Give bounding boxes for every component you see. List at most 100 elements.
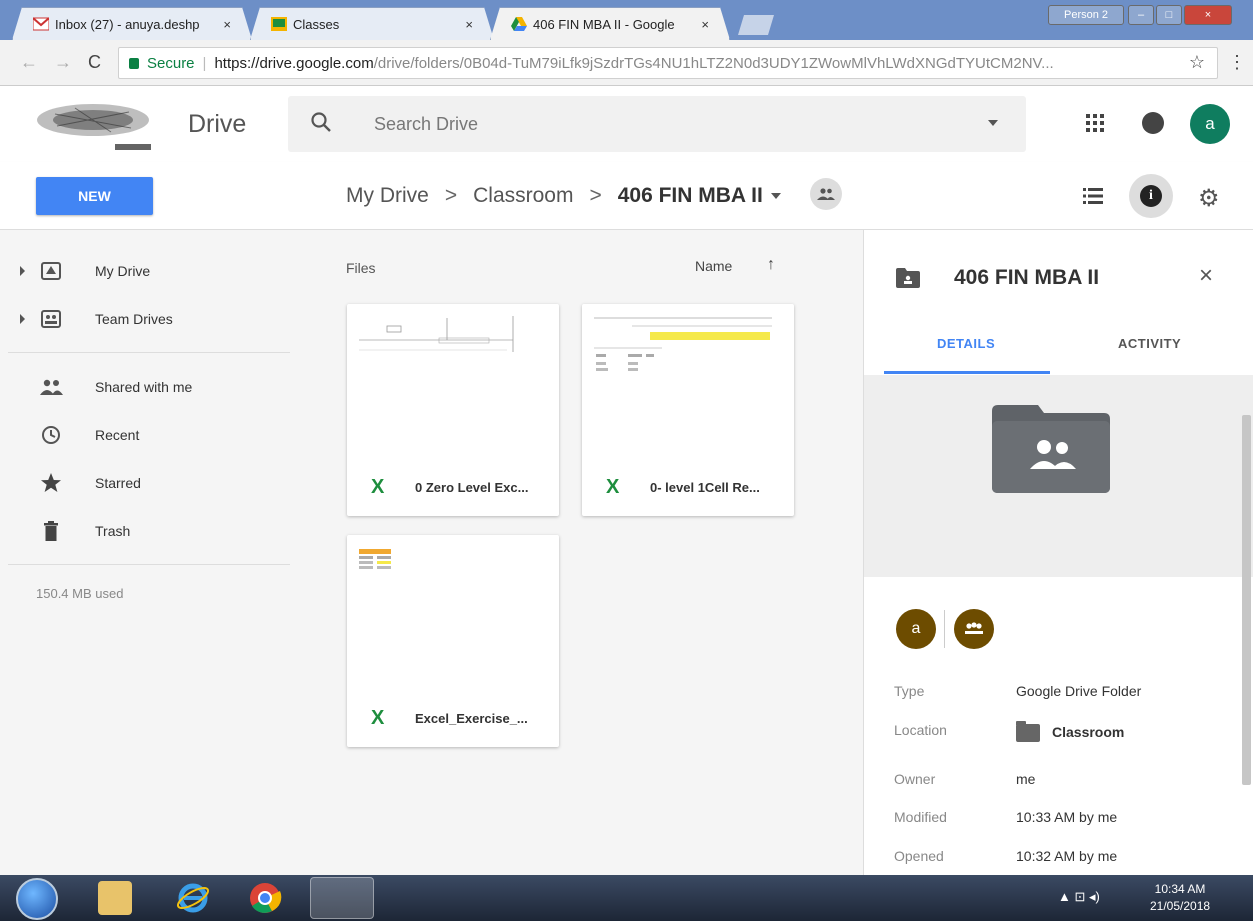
detail-value-location[interactable]: Classroom [1016, 721, 1124, 743]
new-tab-button[interactable] [738, 15, 774, 35]
excel-file-icon: X [606, 476, 620, 498]
file-thumbnail [582, 304, 794, 456]
close-icon[interactable]: × [1199, 262, 1213, 290]
new-button[interactable]: NEW [36, 177, 153, 215]
url-path: /drive/folders/0B04d-TuM79iLfk9jSzdrTGs4… [373, 54, 1054, 72]
tab-details[interactable]: DETAILS [937, 336, 995, 351]
folder-preview [864, 375, 1253, 577]
notifications-icon[interactable] [1142, 112, 1164, 134]
details-panel: 406 FIN MBA II × DETAILS ACTIVITY a Type… [863, 230, 1253, 875]
search-icon[interactable] [310, 111, 332, 138]
clock[interactable]: 10:34 AM 21/05/2018 [1150, 881, 1210, 915]
detail-value-type: Google Drive Folder [1016, 683, 1142, 699]
browser-tab-bar: Inbox (27) - anuya.deshp × Classes × 406… [0, 0, 1253, 40]
list-view-icon[interactable] [1083, 188, 1103, 209]
file-explorer-icon[interactable] [98, 881, 132, 915]
breadcrumb-classroom[interactable]: Classroom [473, 184, 573, 208]
tab-gmail-inbox[interactable]: Inbox (27) - anuya.deshp × [12, 7, 252, 40]
account-avatar[interactable]: a [1190, 104, 1230, 144]
tab-close-icon[interactable]: × [223, 17, 231, 32]
file-card-footer: X 0- level 1Cell Re... [582, 456, 794, 516]
start-button[interactable] [16, 878, 58, 920]
window-close-button[interactable]: × [1184, 5, 1232, 25]
chrome-active-window-icon[interactable] [310, 877, 374, 919]
sidebar-item-trash[interactable]: Trash [0, 511, 310, 551]
storage-usage[interactable]: 150.4 MB used [36, 586, 123, 601]
sidebar-item-label: Trash [95, 523, 131, 539]
shared-folder-large-icon [992, 405, 1110, 493]
expand-arrow-icon[interactable] [20, 314, 25, 324]
drive-toolbar: NEW My Drive > Classroom > 406 FIN MBA I… [0, 162, 1253, 230]
drive-logo-image[interactable] [35, 94, 153, 156]
sidebar-item-team-drives[interactable]: Team Drives [0, 299, 310, 339]
shared-people-icon [38, 376, 64, 398]
folder-menu-dropdown-icon[interactable] [770, 193, 781, 199]
browser-menu-icon[interactable]: ⋮ [1228, 52, 1246, 73]
breadcrumb-my-drive[interactable]: My Drive [346, 184, 429, 208]
file-card[interactable]: X Excel_Exercise_... [347, 535, 559, 747]
drive-title: Drive [188, 110, 247, 138]
tab-close-icon[interactable]: × [701, 17, 709, 32]
my-drive-icon [38, 260, 64, 282]
sort-direction-arrow-icon[interactable]: ↑ [767, 256, 775, 274]
tab-close-icon[interactable]: × [465, 17, 473, 32]
breadcrumb-current-folder[interactable]: 406 FIN MBA II [618, 184, 763, 208]
secure-label: Secure [147, 54, 195, 72]
avatar-divider [944, 610, 945, 648]
sidebar-item-my-drive[interactable]: My Drive [0, 251, 310, 291]
settings-gear-icon[interactable]: ⚙ [1198, 184, 1220, 213]
search-input[interactable] [374, 110, 934, 138]
files-section-label: Files [346, 260, 376, 276]
bookmark-star-icon[interactable]: ☆ [1189, 52, 1205, 73]
shared-folder-icon[interactable] [810, 178, 842, 210]
tab-drive-folder[interactable]: 406 FIN MBA II - Google × [490, 7, 730, 40]
view-details-button[interactable]: i [1129, 174, 1173, 218]
search-bar[interactable] [288, 96, 1026, 152]
profile-button[interactable]: Person 2 [1048, 5, 1124, 25]
clock-time: 10:34 AM [1154, 882, 1206, 896]
maximize-button[interactable]: □ [1156, 5, 1182, 25]
sort-by-name[interactable]: Name [695, 258, 732, 274]
classroom-icon [271, 17, 287, 31]
detail-key-location: Location [894, 722, 947, 738]
sidebar-item-label: Recent [95, 427, 140, 443]
back-arrow-icon[interactable]: ← [20, 52, 38, 73]
url-divider: | [202, 54, 207, 72]
apps-grid-icon[interactable] [1086, 114, 1104, 137]
file-card[interactable]: X 0- level 1Cell Re... [582, 304, 794, 516]
file-card[interactable]: X 0 Zero Level Exc... [347, 304, 559, 516]
lock-icon [129, 57, 139, 69]
internet-explorer-icon[interactable] [176, 881, 210, 915]
minimize-button[interactable]: – [1128, 5, 1154, 25]
shared-folder-icon [896, 268, 920, 288]
url-bar[interactable]: Secure | https://drive.google.com /drive… [118, 47, 1218, 79]
tab-activity[interactable]: ACTIVITY [1118, 336, 1181, 351]
details-title: 406 FIN MBA II [954, 266, 1100, 289]
forward-arrow-icon[interactable]: → [54, 52, 72, 73]
detail-value-modified: 10:33 AM by me [1016, 809, 1118, 825]
reload-icon[interactable]: C [88, 52, 101, 73]
star-icon [38, 472, 64, 494]
expand-arrow-icon[interactable] [20, 266, 25, 276]
sidebar-item-starred[interactable]: Starred [0, 463, 310, 503]
file-name: 0 Zero Level Exc... [415, 480, 529, 495]
tab-title: Classes [293, 16, 340, 32]
sidebar-divider [8, 564, 290, 565]
search-options-dropdown-icon[interactable] [988, 120, 998, 126]
details-scrollbar[interactable] [1242, 415, 1251, 785]
chrome-taskbar-icon[interactable] [248, 881, 282, 915]
classroom-group-avatar[interactable] [954, 609, 994, 649]
windows-taskbar: ▲ ⊡ ◂) 10:34 AM 21/05/2018 [0, 875, 1253, 921]
clock-icon [38, 424, 64, 446]
sidebar-item-recent[interactable]: Recent [0, 415, 310, 455]
sidebar-item-label: Team Drives [95, 311, 173, 327]
owner-avatar[interactable]: a [896, 609, 936, 649]
sidebar: My Drive Team Drives Shared with me Rece… [0, 230, 310, 875]
file-thumbnail [347, 304, 559, 456]
sidebar-item-shared-with-me[interactable]: Shared with me [0, 367, 310, 407]
file-card-footer: X 0 Zero Level Exc... [347, 456, 559, 516]
detail-key-modified: Modified [894, 809, 947, 825]
detail-value-owner: me [1016, 771, 1036, 787]
tab-classes[interactable]: Classes × [250, 7, 494, 40]
system-tray-icons[interactable]: ▲ ⊡ ◂) [1058, 889, 1100, 905]
